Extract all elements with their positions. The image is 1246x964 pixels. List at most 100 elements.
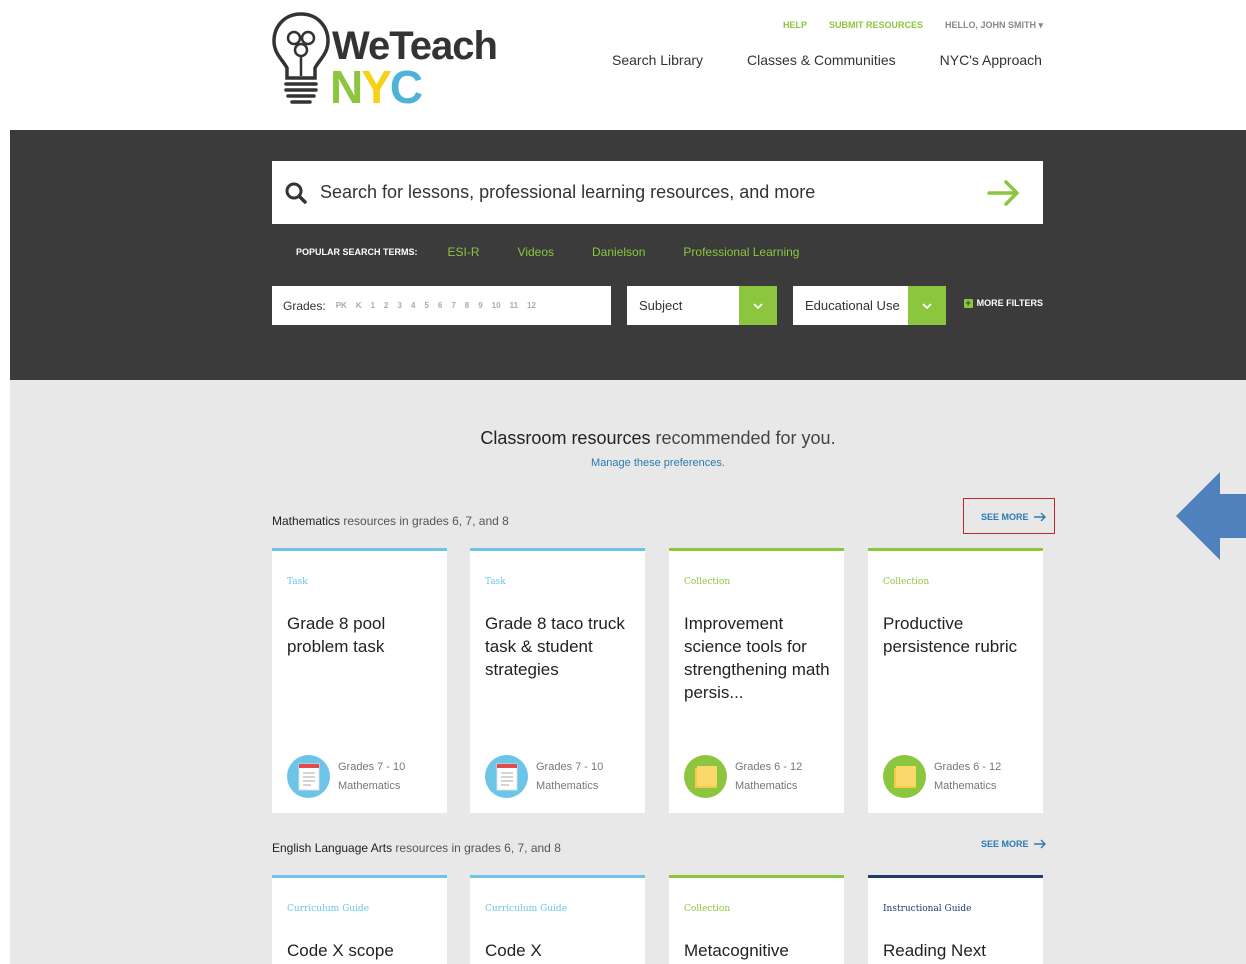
user-menu[interactable]: HELLO, JOHN SMITH ▾ [945, 20, 1043, 31]
section-subject: Mathematics [272, 514, 341, 528]
card-title[interactable]: Metacognitive [684, 939, 834, 962]
card-subject: Mathematics [735, 779, 798, 792]
lightbulb-icon [272, 12, 330, 104]
recommended-title: Classroom resources recommended for you. [0, 428, 1246, 449]
grades-label: Grades: [283, 298, 326, 313]
resource-card[interactable]: Task Grade 8 pool problem task Grades 7 … [272, 548, 447, 813]
nav-search-library[interactable]: Search Library [612, 52, 703, 68]
card-meta-text: Grades 6 - 12 Mathematics [934, 758, 1001, 796]
popular-term-videos[interactable]: Videos [518, 245, 554, 259]
card-type: Curriculum Guide [485, 904, 568, 914]
document-icon [287, 755, 330, 798]
popular-term-danielson[interactable]: Danielson [592, 245, 645, 259]
card-meta: Grades 6 - 12 Mathematics [684, 755, 802, 798]
site-header: WeTeach NYC HELP SUBMIT RESOURCES HELLO,… [0, 0, 1246, 130]
arrow-right-icon [1033, 839, 1046, 849]
chevron-down-icon[interactable] [739, 286, 777, 325]
grade-option[interactable]: K [356, 301, 362, 310]
see-more-highlight-box [963, 498, 1055, 534]
grade-option[interactable]: 6 [438, 301, 442, 310]
grade-option[interactable]: 5 [424, 301, 428, 310]
nav-classes-communities[interactable]: Classes & Communities [747, 52, 896, 68]
help-link[interactable]: HELP [783, 20, 807, 31]
more-filters-label: MORE FILTERS [976, 298, 1043, 308]
card-type: Instructional Guide [883, 904, 972, 914]
submit-resources-link[interactable]: SUBMIT RESOURCES [829, 20, 923, 31]
grade-option[interactable]: 9 [478, 301, 482, 310]
search-icon [285, 182, 307, 204]
section-rest: resources in grades 6, 7, and 8 [392, 841, 561, 855]
section-heading-ela: English Language Arts resources in grade… [272, 841, 561, 855]
arrow-right-icon[interactable] [987, 179, 1021, 207]
main-nav: Search Library Classes & Communities NYC… [612, 52, 1042, 68]
resource-card[interactable]: Instructional Guide Reading Next [868, 875, 1043, 964]
popular-search-terms: POPULAR SEARCH TERMS: ESI-R Videos Danie… [296, 245, 837, 259]
more-filters-button[interactable]: + MORE FILTERS [963, 297, 1043, 308]
weteach-nyc-logo[interactable]: WeTeach NYC [270, 10, 510, 113]
recommended-title-bold: Classroom resources [480, 428, 651, 448]
card-type: Curriculum Guide [287, 904, 370, 914]
card-meta: Grades 7 - 10 Mathematics [485, 755, 603, 798]
card-grades: Grades 6 - 12 [735, 760, 803, 773]
page: WeTeach NYC HELP SUBMIT RESOURCES HELLO,… [0, 0, 1246, 964]
subject-select[interactable]: Subject [627, 286, 777, 325]
logo-nyc-n: N [330, 61, 363, 113]
nav-nyc-approach[interactable]: NYC's Approach [940, 52, 1042, 68]
filter-bar: Grades: PK K 1 2 3 4 5 6 7 8 9 10 11 12 … [272, 286, 1043, 325]
resource-card[interactable]: Collection Improvement science tools for… [669, 548, 844, 813]
card-title[interactable]: Code X scope [287, 939, 437, 962]
see-more-label: SEE MORE [981, 839, 1029, 849]
card-grades: Grades 7 - 10 [338, 760, 406, 773]
plus-icon: + [963, 297, 973, 308]
grade-option[interactable]: 7 [451, 301, 455, 310]
grade-option[interactable]: PK [336, 301, 347, 310]
see-more-button-ela[interactable]: SEE MORE [981, 839, 1047, 849]
subject-select-value: Subject [639, 298, 683, 313]
card-title[interactable]: Grade 8 pool problem task [287, 612, 437, 658]
educational-use-value: Educational Use [805, 298, 900, 313]
card-title[interactable]: Productive persistence rubric [883, 612, 1033, 658]
collection-icon [684, 755, 727, 798]
search-input[interactable]: Search for lessons, professional learnin… [272, 161, 1043, 224]
popular-term-esi-r[interactable]: ESI-R [448, 245, 480, 259]
card-title[interactable]: Code X [485, 939, 635, 962]
card-type: Collection [684, 904, 731, 914]
grade-option[interactable]: 1 [371, 301, 375, 310]
resource-card[interactable]: Collection Metacognitive [669, 875, 844, 964]
grade-option[interactable]: 3 [398, 301, 402, 310]
popular-term-professional-learning[interactable]: Professional Learning [683, 245, 799, 259]
grade-option[interactable]: 10 [492, 301, 501, 310]
card-subject: Mathematics [338, 779, 401, 792]
card-grades: Grades 6 - 12 [934, 760, 1002, 773]
section-rest: resources in grades 6, 7, and 8 [340, 514, 509, 528]
recommended-title-rest: recommended for you. [650, 428, 836, 448]
card-meta: Grades 7 - 10 Mathematics [287, 755, 405, 798]
grade-option[interactable]: 4 [411, 301, 415, 310]
collection-icon [883, 755, 926, 798]
popular-label: POPULAR SEARCH TERMS: [296, 247, 418, 257]
grade-option[interactable]: 12 [527, 301, 536, 310]
document-icon [485, 755, 528, 798]
card-title[interactable]: Reading Next [883, 939, 1033, 962]
card-type: Collection [684, 577, 731, 587]
educational-use-select[interactable]: Educational Use [793, 286, 946, 325]
utility-nav: HELP SUBMIT RESOURCES HELLO, JOHN SMITH … [783, 20, 1043, 31]
resource-card[interactable]: Curriculum Guide Code X scope [272, 875, 447, 964]
card-title[interactable]: Grade 8 taco truck task & student strate… [485, 612, 635, 681]
resource-card[interactable]: Curriculum Guide Code X [470, 875, 645, 964]
grade-option[interactable]: 2 [384, 301, 388, 310]
grade-option[interactable]: 8 [465, 301, 469, 310]
search-placeholder: Search for lessons, professional learnin… [320, 182, 816, 202]
card-grades: Grades 7 - 10 [536, 760, 604, 773]
resource-card[interactable]: Collection Productive persistence rubric… [868, 548, 1043, 813]
section-subject: English Language Arts [272, 841, 393, 855]
grades-filter: Grades: PK K 1 2 3 4 5 6 7 8 9 10 11 12 [272, 286, 611, 325]
card-title[interactable]: Improvement science tools for strengthen… [684, 612, 834, 704]
card-meta-text: Grades 7 - 10 Mathematics [338, 758, 405, 796]
resource-card[interactable]: Task Grade 8 taco truck task & student s… [470, 548, 645, 813]
manage-preferences-link[interactable]: Manage these preferences. [0, 457, 1246, 469]
chevron-down-icon[interactable] [908, 286, 946, 325]
grade-option[interactable]: 11 [510, 301, 518, 310]
card-meta-text: Grades 6 - 12 Mathematics [735, 758, 802, 796]
card-meta: Grades 6 - 12 Mathematics [883, 755, 1001, 798]
